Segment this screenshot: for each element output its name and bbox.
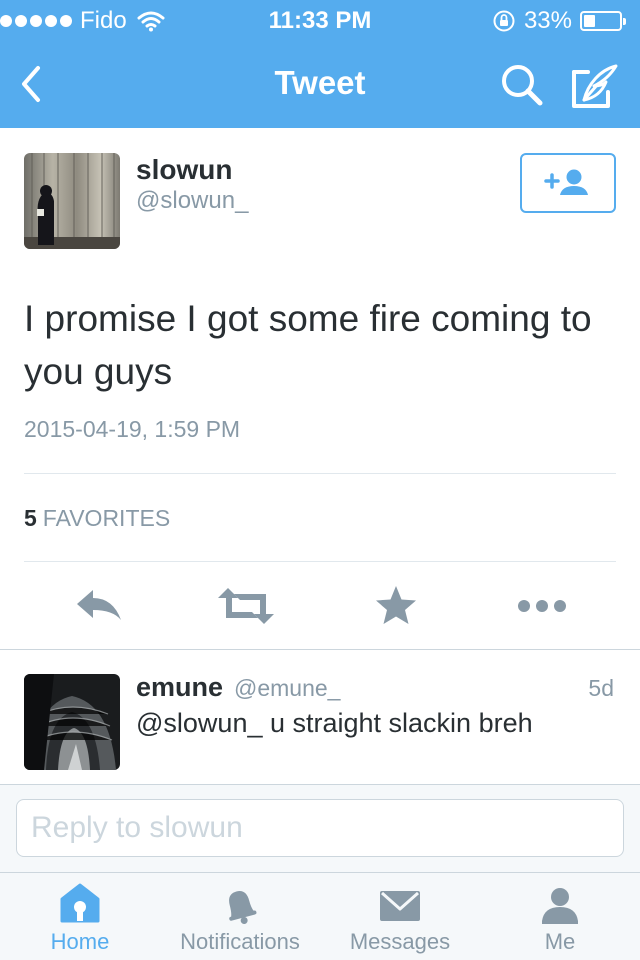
notifications-bell-icon <box>229 891 257 924</box>
favorite-star-icon <box>376 586 416 624</box>
home-icon <box>60 883 100 923</box>
divider <box>24 473 616 474</box>
search-icon <box>502 65 543 106</box>
add-user-icon <box>544 169 588 195</box>
reply-age: 5d <box>588 675 614 701</box>
divider <box>24 561 616 562</box>
favorites-count[interactable]: 5 FAVORITES <box>24 505 170 532</box>
author-handle[interactable]: @slowun_ <box>136 187 248 215</box>
reply-avatar[interactable] <box>24 674 120 770</box>
battery-icon <box>580 11 626 31</box>
tab-messages[interactable]: Messages <box>320 873 480 960</box>
tab-label: Home <box>50 929 110 954</box>
more-icon <box>518 600 566 612</box>
status-bar: Fido 11:33 PM 33% <box>0 0 640 40</box>
follow-button[interactable] <box>520 153 616 213</box>
app-header: Fido 11:33 PM 33% Tweet <box>0 0 640 128</box>
tab-notifications[interactable]: Notifications <box>160 873 320 960</box>
tab-bar: Home Notifications Messages Me <box>0 872 640 960</box>
reply-text: @slowun_ u straight slackin breh <box>136 708 533 738</box>
reply-compose-bar <box>0 784 640 872</box>
orientation-lock-icon <box>493 10 515 32</box>
messages-envelope-icon <box>380 891 420 921</box>
reply-icon <box>77 590 121 620</box>
retweet-icon <box>218 588 274 624</box>
favorite-button[interactable] <box>368 584 424 628</box>
author-avatar-image <box>24 153 120 249</box>
author-avatar[interactable] <box>24 153 120 249</box>
reply-author-handle[interactable]: @emune_ <box>234 675 340 702</box>
reply-author-name[interactable]: emune <box>136 672 223 703</box>
tab-label: Messages <box>349 929 451 954</box>
tweet-text: I promise I got some fire coming to you … <box>24 298 592 392</box>
reply-button[interactable] <box>73 584 129 628</box>
battery-info: 33% <box>492 6 626 36</box>
search-button[interactable] <box>498 62 546 110</box>
compose-tweet-icon <box>572 64 618 108</box>
favorites-label: FAVORITES <box>42 505 171 531</box>
tab-me[interactable]: Me <box>480 873 640 960</box>
tweet-timestamp: 2015-04-19, 1:59 PM <box>24 416 241 442</box>
author-name[interactable]: slowun <box>136 154 232 186</box>
retweet-button[interactable] <box>216 584 274 628</box>
more-options-button[interactable] <box>514 584 570 628</box>
compose-tweet-button[interactable] <box>570 62 622 110</box>
navigation-bar: Tweet <box>0 40 640 128</box>
tab-label: Notifications <box>180 929 300 954</box>
reply-avatar-image <box>24 674 120 770</box>
favorites-number: 5 <box>24 505 37 531</box>
reply-input[interactable] <box>16 799 624 857</box>
tab-label: Me <box>544 929 576 954</box>
profile-icon <box>542 888 578 924</box>
battery-percent: 33% <box>523 7 572 34</box>
battery-level <box>584 15 596 27</box>
tab-home[interactable]: Home <box>0 873 160 960</box>
